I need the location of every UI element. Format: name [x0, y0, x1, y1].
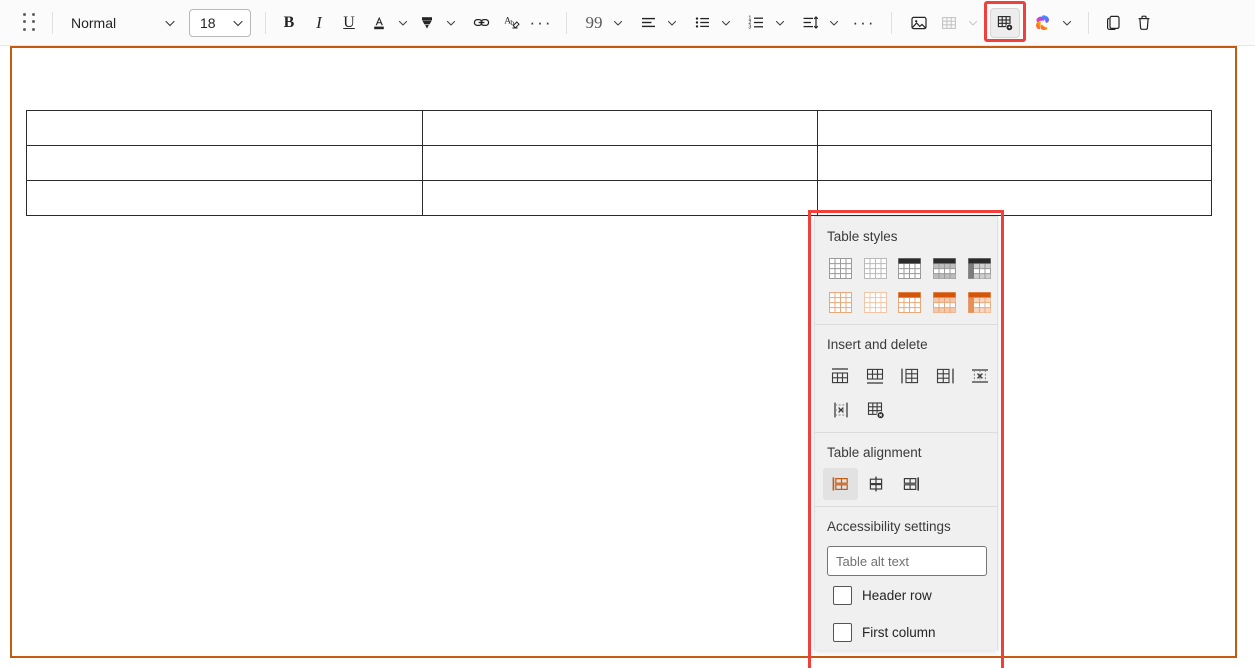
toolbar-divider	[52, 12, 53, 34]
table-cell[interactable]	[818, 146, 1212, 181]
table-settings-icon[interactable]	[990, 8, 1020, 38]
delete-trash-icon[interactable]	[1129, 8, 1159, 38]
table-style-option[interactable]	[893, 252, 928, 284]
align-table-center-icon[interactable]	[858, 468, 893, 500]
align-table-left-icon[interactable]	[823, 468, 858, 500]
delete-row-icon[interactable]	[962, 360, 997, 392]
table-style-option[interactable]	[823, 286, 858, 318]
highlight-chevron-down-icon[interactable]	[442, 8, 460, 38]
align-table-right-icon[interactable]	[893, 468, 928, 500]
table-styles-row-2	[815, 286, 997, 318]
header-row-label: Header row	[862, 588, 932, 603]
insert-table-chevron-down-icon[interactable]	[964, 8, 982, 38]
insert-row-above-icon[interactable]	[823, 360, 858, 392]
copilot-chevron-down-icon[interactable]	[1058, 8, 1076, 38]
table-body	[27, 111, 1212, 216]
table-style-option[interactable]	[962, 252, 997, 284]
toolbar-divider	[265, 12, 266, 34]
line-spacing-icon[interactable]	[795, 8, 825, 38]
table-cell[interactable]	[423, 111, 818, 146]
drag-handle[interactable]	[22, 13, 36, 33]
first-column-label: First column	[862, 625, 936, 640]
table-cell[interactable]	[818, 111, 1212, 146]
table-alignment-heading: Table alignment	[815, 433, 997, 468]
clear-formatting-icon[interactable]: A b	[496, 8, 526, 38]
copy-icon[interactable]	[1099, 8, 1129, 38]
table-cell[interactable]	[423, 181, 818, 216]
table-settings-button-wrapper	[990, 8, 1020, 38]
table-cell[interactable]	[27, 181, 423, 216]
insert-image-icon[interactable]	[904, 8, 934, 38]
insert-column-left-icon[interactable]	[893, 360, 928, 392]
table-row[interactable]	[27, 111, 1212, 146]
table-style-option[interactable]	[927, 252, 962, 284]
text-align-left-icon[interactable]	[633, 8, 663, 38]
first-column-checkbox[interactable]	[833, 623, 852, 642]
table-styles-heading: Table styles	[815, 217, 997, 252]
insert-column-right-icon[interactable]	[927, 360, 962, 392]
align-chevron-down-icon[interactable]	[663, 8, 681, 38]
font-size-dropdown[interactable]: 18	[189, 9, 251, 37]
delete-table-icon[interactable]	[858, 394, 893, 426]
document-canvas[interactable]	[10, 46, 1237, 658]
link-icon[interactable]	[466, 8, 496, 38]
font-size-value: 18	[200, 15, 216, 31]
bold-button[interactable]: B	[274, 8, 304, 38]
numbered-list-icon[interactable]: 1 2 3	[741, 8, 771, 38]
delete-column-icon[interactable]	[823, 394, 858, 426]
table-style-option[interactable]	[858, 286, 893, 318]
paragraph-style-value: Normal	[71, 15, 116, 31]
more-text-format-button[interactable]: ···	[526, 8, 556, 38]
table-style-option[interactable]	[962, 286, 997, 318]
insert-delete-row-1	[815, 360, 997, 392]
italic-button[interactable]: I	[304, 8, 334, 38]
chevron-down-icon	[163, 16, 177, 30]
table-cell[interactable]	[423, 146, 818, 181]
bulleted-list-icon[interactable]	[687, 8, 717, 38]
insert-row-below-icon[interactable]	[858, 360, 893, 392]
table-row[interactable]	[27, 181, 1212, 216]
copilot-bloom-glyph	[1033, 13, 1053, 33]
insert-delete-heading: Insert and delete	[815, 325, 997, 360]
highlight-icon[interactable]	[412, 8, 442, 38]
table-settings-panel: Table styles	[814, 216, 998, 650]
toolbar-divider	[891, 12, 892, 34]
accessibility-heading: Accessibility settings	[815, 507, 997, 542]
insert-delete-row-2	[815, 394, 997, 426]
table-style-option[interactable]	[823, 252, 858, 284]
table-cell[interactable]	[27, 146, 423, 181]
toolbar-divider	[566, 12, 567, 34]
font-color-chevron-down-icon[interactable]	[394, 8, 412, 38]
table-styles-row-1	[815, 252, 997, 284]
toolbar-divider	[1088, 12, 1089, 34]
header-row-checkbox[interactable]	[833, 586, 852, 605]
numbered-list-chevron-down-icon[interactable]	[771, 8, 789, 38]
blockquote-chevron-down-icon[interactable]	[609, 8, 627, 38]
table-style-option[interactable]	[858, 252, 893, 284]
underline-button[interactable]: U	[334, 8, 364, 38]
font-color-icon[interactable]	[364, 8, 394, 38]
more-paragraph-label: ···	[853, 18, 876, 28]
table-row[interactable]	[27, 146, 1212, 181]
more-paragraph-options-button[interactable]: ···	[849, 8, 879, 38]
blockquote-button[interactable]: 99	[579, 8, 609, 38]
line-spacing-chevron-down-icon[interactable]	[825, 8, 843, 38]
table-alignment-row	[815, 468, 997, 500]
table-style-option[interactable]	[927, 286, 962, 318]
svg-text:3: 3	[748, 24, 751, 30]
table-cell[interactable]	[27, 111, 423, 146]
document-table[interactable]	[26, 110, 1212, 216]
more-text-format-label: ···	[530, 18, 553, 28]
header-row-checkbox-row[interactable]: Header row	[815, 576, 997, 605]
app-root: Normal 18 B I U	[0, 0, 1255, 668]
table-style-option[interactable]	[893, 286, 928, 318]
bulleted-list-chevron-down-icon[interactable]	[717, 8, 735, 38]
chevron-down-icon	[231, 16, 245, 30]
insert-table-icon[interactable]	[934, 8, 964, 38]
paragraph-style-dropdown[interactable]: Normal	[61, 8, 183, 38]
copilot-icon[interactable]	[1028, 8, 1058, 38]
first-column-checkbox-row[interactable]: First column	[815, 605, 997, 642]
editor-toolbar: Normal 18 B I U	[0, 0, 1255, 46]
table-alt-text-input[interactable]	[827, 546, 987, 576]
